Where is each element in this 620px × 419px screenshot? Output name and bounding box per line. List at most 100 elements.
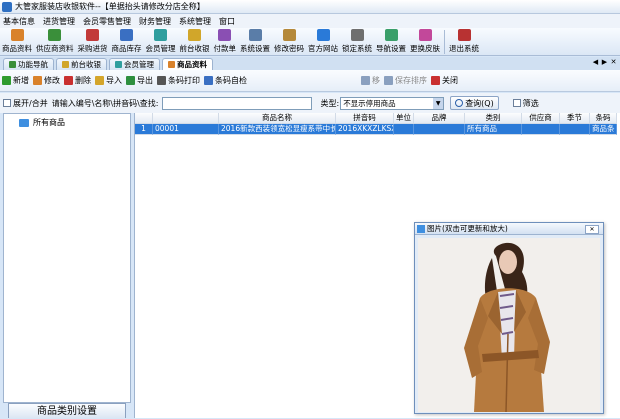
search-input[interactable] [162, 96, 313, 110]
action-button-label: 关闭 [442, 76, 458, 85]
cashier-icon [62, 61, 69, 68]
column-header[interactable]: 条码 [590, 113, 617, 124]
toolbar-button-website[interactable]: 官方网站 [306, 28, 340, 55]
toolbar-button-lock[interactable]: 锁定系统 [340, 28, 374, 55]
main-toolbar: 商品资料 供应商资料 采购进货 商品库存 会员管理 前台收银 付款单 系统设置 修改密码 官方网站… [0, 28, 620, 56]
settings-icon [248, 29, 262, 41]
table-header: 商品名称 拼音码 单位 品牌 类别 供应商 季节 条码 [135, 113, 620, 124]
toolbar-button-member[interactable]: 会员管理 [144, 28, 178, 55]
column-header[interactable]: 商品名称 [219, 113, 336, 124]
toolbar-button-navigation[interactable]: 导航设置 [374, 28, 408, 55]
function-nav-icon [9, 61, 16, 68]
column-header[interactable] [153, 113, 219, 124]
table-row[interactable]: 1 00001 2016新款西装领宽松显瘦系带中长 2016XKXZLKSX 所有商品 商… [135, 124, 620, 135]
table-cell: 所有商品 [465, 124, 522, 135]
action-button-label: 删除 [75, 76, 91, 85]
tab-member[interactable]: 会员管理 [109, 58, 160, 70]
member-icon [115, 61, 122, 68]
column-header[interactable]: 类别 [465, 113, 522, 124]
toolbar-button-label: 锁定系统 [342, 44, 372, 53]
action-button-label: 条码自检 [215, 76, 247, 85]
category-settings-button[interactable]: 商品类别设置 [8, 403, 126, 418]
action-button-save-sort[interactable]: 保存排序 [384, 75, 427, 86]
photo-window-titlebar: 图片(双击可更新和放大) ✕ [415, 223, 603, 235]
action-button-label: 导出 [137, 76, 153, 85]
toolbar-button-label: 采购进货 [77, 44, 108, 53]
picture-icon [417, 224, 425, 233]
chevron-down-icon[interactable]: ▼ [433, 97, 444, 109]
action-button-label: 条码打印 [168, 76, 200, 85]
action-button-close[interactable]: 关闭 [431, 75, 458, 86]
toolbar-button-exit[interactable]: 退出系统 [447, 28, 481, 55]
action-button-export[interactable]: 导出 [126, 75, 153, 86]
search-prompt: 请输入编号\名称\拼音码\查找: [51, 98, 159, 108]
query-button[interactable]: 查询(Q) [450, 96, 499, 110]
toolbar-button-label: 退出系统 [449, 44, 479, 53]
menu-member-retail[interactable]: 会员零售管理 [83, 16, 131, 27]
folder-icon [19, 118, 29, 127]
barcode-print-icon [157, 76, 166, 85]
photo-window-title: 图片(双击可更新和放大) [427, 224, 508, 233]
product-photo[interactable] [418, 238, 600, 412]
title-bar: 大管家服装店收银软件--【单据抬头请修改分店全称】 [0, 0, 620, 14]
column-header[interactable]: 季节 [560, 113, 590, 124]
tab-bar: 功能导航 前台收银 会员管理 商品资料 ◀ ▶ ✕ [0, 57, 620, 70]
tab-scroll-right-icon[interactable]: ▶ [600, 58, 609, 66]
toolbar-button-label: 付款单 [213, 44, 237, 53]
column-header[interactable]: 拼音码 [336, 113, 394, 124]
table-cell [522, 124, 560, 135]
toolbar-button-label: 导航设置 [376, 44, 406, 53]
tab-goods[interactable]: 商品资料 [162, 58, 213, 70]
toolbar-button-skin[interactable]: 更换皮肤 [408, 28, 442, 55]
menu-finance[interactable]: 财务管理 [139, 16, 171, 27]
table-cell: 2016新款西装领宽松显瘦系带中长 [219, 124, 336, 135]
toolbar-button-password[interactable]: 修改密码 [272, 28, 306, 55]
query-label: 查询(Q) [465, 98, 494, 108]
menu-basic-info[interactable]: 基本信息 [3, 16, 35, 27]
toolbar-button-supplier[interactable]: 供应商资料 [34, 28, 76, 55]
action-button-move[interactable]: 移 [361, 75, 380, 86]
column-header[interactable]: 单位 [394, 113, 414, 124]
toolbar-button-label: 系统设置 [240, 44, 270, 53]
type-label: 类型: [320, 98, 340, 108]
column-header[interactable]: 供应商 [522, 113, 560, 124]
tab-close-icon[interactable]: ✕ [609, 58, 618, 66]
menu-purchase[interactable]: 进货管理 [43, 16, 75, 27]
table-cell: 1 [135, 124, 153, 135]
toolbar-button-payment[interactable]: 付款单 [212, 28, 239, 55]
toolbar-button-inventory[interactable]: 商品库存 [110, 28, 144, 55]
menu-window[interactable]: 窗口 [219, 16, 235, 27]
tab-label: 功能导航 [18, 60, 48, 69]
column-header[interactable] [135, 113, 153, 124]
password-icon [282, 29, 296, 41]
photo-close-button[interactable]: ✕ [585, 225, 599, 234]
add-icon [2, 76, 11, 85]
tree-node-all-goods[interactable]: 所有商品 [4, 114, 130, 128]
window-title: 大管家服装店收银软件--【单据抬头请修改分店全称】 [15, 2, 205, 11]
action-button-delete[interactable]: 删除 [64, 75, 91, 86]
toolbar-button-label: 修改密码 [274, 44, 304, 53]
tab-scroll-left-icon[interactable]: ◀ [591, 58, 600, 66]
expand-checkbox[interactable] [3, 99, 11, 107]
column-header[interactable]: 品牌 [414, 113, 465, 124]
tree-node-label: 所有商品 [33, 118, 65, 127]
move-icon [361, 76, 370, 85]
action-button-edit[interactable]: 修改 [33, 75, 60, 86]
table-cell [560, 124, 590, 135]
tab-function-nav[interactable]: 功能导航 [3, 58, 54, 70]
action-button-barcode-check[interactable]: 条码自检 [204, 75, 247, 86]
toolbar-button-goods[interactable]: 商品资料 [0, 28, 34, 55]
toolbar-button-label: 商品资料 [2, 44, 32, 53]
table-cell: 2016XKXZLKSX [336, 124, 394, 135]
action-button-barcode-print[interactable]: 条码打印 [157, 75, 200, 86]
tab-cashier[interactable]: 前台收银 [56, 58, 107, 70]
filter-checkbox[interactable] [512, 99, 521, 107]
action-button-add[interactable]: 新增 [2, 75, 29, 86]
filter-label: 筛选 [522, 98, 539, 108]
menu-system[interactable]: 系统管理 [179, 16, 211, 27]
action-button-import[interactable]: 导入 [95, 75, 122, 86]
type-select[interactable]: 不显示停用商品 ▼ [340, 96, 445, 110]
toolbar-button-cashier[interactable]: 前台收银 [178, 28, 212, 55]
toolbar-button-settings[interactable]: 系统设置 [238, 28, 272, 55]
toolbar-button-purchase[interactable]: 采购进货 [76, 28, 110, 55]
